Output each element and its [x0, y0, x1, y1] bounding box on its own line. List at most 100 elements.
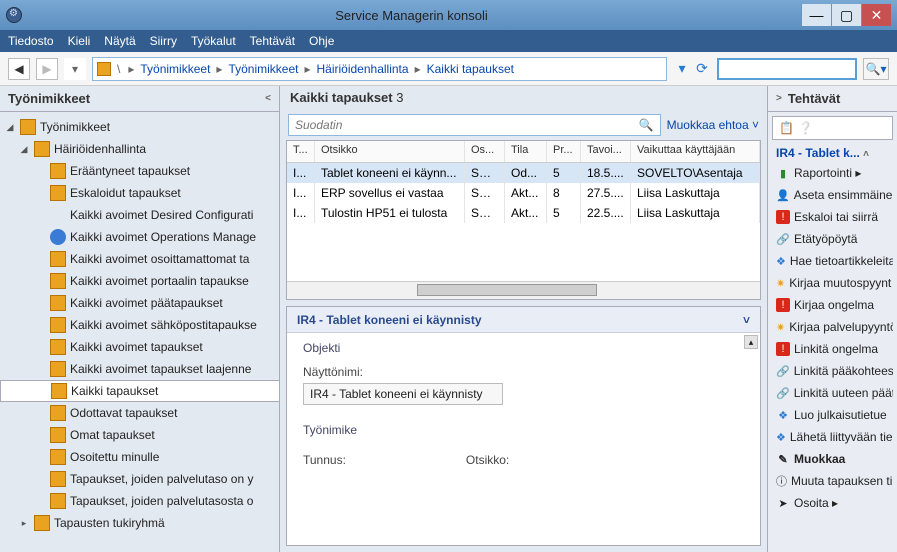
task-item[interactable]: 👤Aseta ensimmäinen — [772, 184, 893, 206]
menu-file[interactable]: Tiedosto — [8, 34, 54, 48]
menu-help[interactable]: Ohje — [309, 34, 334, 48]
grid-header: T... Otsikko Os... Tila Pr... Tavoi... V… — [287, 141, 760, 163]
task-item[interactable]: 🔗Etätyöpöytä — [772, 228, 893, 250]
filter-placeholder: Suodatin — [295, 118, 342, 132]
nav-tree-item[interactable]: Kaikki avoimet päätapaukset — [0, 292, 279, 314]
nav-tree-item[interactable]: ◢Häiriöidenhallinta — [0, 138, 279, 160]
task-item[interactable]: ✷Kirjaa palvelupyyntö — [772, 316, 893, 338]
nav-tree-item[interactable]: Tapaukset, joiden palvelutasosta o — [0, 490, 279, 512]
nav-history-button[interactable]: ▾ — [64, 58, 86, 80]
nav-tree-item[interactable]: Kaikki avoimet tapaukset — [0, 336, 279, 358]
task-icon: ➤ — [776, 496, 790, 510]
nav-tree-item[interactable]: Odottavat tapaukset — [0, 402, 279, 424]
col-due[interactable]: Tavoi... — [581, 141, 631, 162]
task-item[interactable]: ✎Muokkaa — [772, 448, 893, 470]
nav-tree-item[interactable]: Tapaukset, joiden palvelutaso on y — [0, 468, 279, 490]
edit-criteria-link[interactable]: Muokkaa ehtoa ˅ — [667, 118, 759, 132]
nav-tree-item[interactable]: Erääntyneet tapaukset — [0, 160, 279, 182]
tasks-pane: > Tehtävät 📋 ❔ IR4 - Tablet k... ˄ ▮Rapo… — [767, 86, 897, 552]
breadcrumb-item[interactable]: Työnimikkeet — [140, 62, 210, 76]
task-item[interactable]: ➤Osoita ▸ — [772, 492, 893, 514]
chevron-down-icon[interactable]: ˅ — [743, 313, 750, 327]
col-user[interactable]: Vaikuttaa käyttäjään — [631, 141, 760, 162]
table-row[interactable]: I...Tablet koneeni ei käynn...SO...Od...… — [287, 163, 760, 183]
detail-pane: IR4 - Tablet koneeni ei käynnisty ˅ ▴ Ob… — [286, 306, 761, 546]
breadcrumb[interactable]: \▸ Työnimikkeet▸ Työnimikkeet▸ Häiriöide… — [92, 57, 667, 81]
task-item[interactable]: !Linkitä ongelma — [772, 338, 893, 360]
search-button[interactable]: 🔍▾ — [863, 58, 889, 80]
tasks-toolbar: 📋 ❔ — [772, 116, 893, 140]
nav-collapse-icon[interactable]: < — [265, 93, 271, 104]
task-item[interactable]: ▮Raportointi ▸ — [772, 162, 893, 184]
breadcrumb-item[interactable]: Työnimikkeet — [228, 62, 298, 76]
task-icon: ! — [776, 298, 790, 312]
detail-v-scrollbar[interactable]: ▴ — [744, 335, 758, 477]
menu-language[interactable]: Kieli — [68, 34, 91, 48]
menu-tools[interactable]: Työkalut — [191, 34, 236, 48]
detail-header-title: IR4 - Tablet koneeni ei käynnisty — [297, 313, 482, 327]
nav-tree-item[interactable]: Kaikki tapaukset — [0, 380, 279, 402]
nav-tree-item[interactable]: Eskaloidut tapaukset — [0, 182, 279, 204]
breadcrumb-item[interactable]: Häiriöidenhallinta — [317, 62, 409, 76]
task-icon: ✎ — [776, 452, 790, 466]
task-item[interactable]: ✷Kirjaa muutospyynt — [772, 272, 893, 294]
detail-header[interactable]: IR4 - Tablet koneeni ei käynnisty ˅ — [287, 307, 760, 333]
tasks-list: ▮Raportointi ▸👤Aseta ensimmäinen!Eskaloi… — [768, 162, 897, 514]
task-item[interactable]: ❖Hae tietoartikkeleita — [772, 250, 893, 272]
table-row[interactable]: I...Tulostin HP51 ei tulostaSO...Akt...5… — [287, 203, 760, 223]
detail-label-title: Otsikko: — [466, 453, 509, 467]
task-item[interactable]: ❖Lähetä liittyvään tie — [772, 426, 893, 448]
breadcrumb-item[interactable]: Kaikki tapaukset — [427, 62, 514, 76]
nav-tree-item[interactable]: ◢Työnimikkeet — [0, 116, 279, 138]
col-pri[interactable]: Pr... — [547, 141, 581, 162]
task-icon: 🔗 — [776, 232, 790, 246]
grid-h-scrollbar[interactable] — [287, 281, 760, 299]
menu-view[interactable]: Näytä — [104, 34, 135, 48]
nav-tree-item[interactable]: ▸Tapausten tukiryhmä — [0, 512, 279, 534]
nav-tree-item[interactable]: Kaikki avoimet osoittamattomat ta — [0, 248, 279, 270]
task-item[interactable]: 🔗Linkitä uuteen päät — [772, 382, 893, 404]
dropdown-icon[interactable]: ▾ — [673, 60, 691, 78]
task-icon: 🔗 — [776, 386, 790, 400]
nav-tree-item[interactable]: Kaikki avoimet Desired Configurati — [0, 204, 279, 226]
tasks-title: Tehtävät — [788, 91, 841, 106]
clipboard-icon[interactable]: 📋 — [779, 121, 794, 135]
nav-pane: Työnimikkeet < ◢Työnimikkeet◢Häiriöidenh… — [0, 86, 280, 552]
nav-back-button[interactable]: ◀ — [8, 58, 30, 80]
table-row[interactable]: I...ERP sovellus ei vastaaSO...Akt...827… — [287, 183, 760, 203]
task-item[interactable]: 🔗Linkitä pääkohteese — [772, 360, 893, 382]
nav-tree-item[interactable]: Kaikki avoimet portaalin tapaukse — [0, 270, 279, 292]
app-icon — [6, 7, 22, 23]
nav-forward-button[interactable]: ▶ — [36, 58, 58, 80]
nav-tree-item[interactable]: Kaikki avoimet Operations Manage — [0, 226, 279, 248]
nav-tree-item[interactable]: Kaikki avoimet sähköpostitapaukse — [0, 314, 279, 336]
task-icon: ❖ — [776, 408, 790, 422]
nav-tree-item[interactable]: Omat tapaukset — [0, 424, 279, 446]
refresh-icon[interactable]: ⟳ — [693, 60, 711, 78]
col-owner[interactable]: Os... — [465, 141, 505, 162]
col-title[interactable]: Otsikko — [315, 141, 465, 162]
col-state[interactable]: Tila — [505, 141, 547, 162]
search-input[interactable] — [717, 58, 857, 80]
task-item[interactable]: !Kirjaa ongelma — [772, 294, 893, 316]
help-icon[interactable]: ❔ — [798, 121, 813, 135]
filter-input[interactable]: Suodatin 🔍 — [288, 114, 661, 136]
menu-tasks[interactable]: Tehtävät — [250, 34, 295, 48]
close-button[interactable]: ✕ — [861, 4, 891, 26]
col-id[interactable]: T... — [287, 141, 315, 162]
task-icon: 👤 — [776, 188, 790, 202]
menu-go[interactable]: Siirry — [150, 34, 177, 48]
maximize-button[interactable]: ▢ — [831, 4, 861, 26]
tasks-collapse-icon[interactable]: > — [776, 93, 782, 104]
nav-tree-item[interactable]: Osoitettu minulle — [0, 446, 279, 468]
nav-pane-title: Työnimikkeet — [8, 91, 90, 106]
minimize-button[interactable]: — — [801, 4, 831, 26]
nav-tree-item[interactable]: Kaikki avoimet tapaukset laajenne — [0, 358, 279, 380]
view-title-text: Kaikki tapaukset — [290, 90, 393, 105]
task-item[interactable]: !Eskaloi tai siirrä — [772, 206, 893, 228]
task-item[interactable]: ❖Luo julkaisutietue — [772, 404, 893, 426]
toolbar: ◀ ▶ ▾ \▸ Työnimikkeet▸ Työnimikkeet▸ Häi… — [0, 52, 897, 86]
task-item[interactable]: ⓘMuuta tapauksen ti — [772, 470, 893, 492]
nav-pane-header: Työnimikkeet < — [0, 86, 279, 112]
task-icon: ! — [776, 342, 790, 356]
